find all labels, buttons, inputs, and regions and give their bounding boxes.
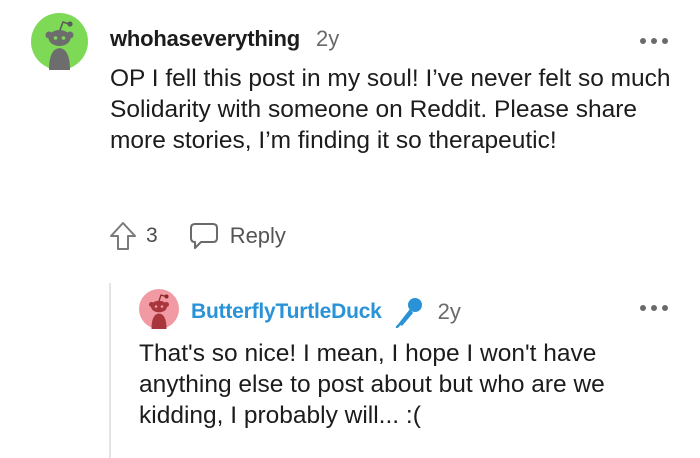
thread-line[interactable] xyxy=(109,283,111,458)
username[interactable]: ButterflyTurtleDuck xyxy=(191,300,382,324)
upvote-arrow-icon[interactable] xyxy=(108,220,138,252)
comment-header: whohaseverything 2y xyxy=(110,26,339,52)
comment-age: 2y xyxy=(437,299,461,324)
comment-actions: 3 Reply xyxy=(108,219,286,253)
comment-body: That's so nice! I mean, I hope I won't h… xyxy=(139,340,605,429)
more-options-icon[interactable] xyxy=(640,303,668,313)
snoo-avatar-icon[interactable] xyxy=(139,289,179,329)
comment-bubble-icon xyxy=(189,223,218,249)
more-options-icon[interactable] xyxy=(640,36,668,46)
comment-age: 2y xyxy=(315,26,340,51)
reply-button[interactable]: Reply xyxy=(188,221,286,251)
reply-label: Reply xyxy=(229,223,286,248)
comment-body: OP I fell this post in my soul! I’ve nev… xyxy=(110,65,671,154)
snoo-avatar-icon[interactable] xyxy=(31,13,88,70)
vote-score: 3 xyxy=(146,224,158,247)
username[interactable]: whohaseverything xyxy=(110,26,300,52)
comment-header: ButterflyTurtleDuck 2y xyxy=(191,296,461,328)
microphone-icon xyxy=(395,298,422,328)
